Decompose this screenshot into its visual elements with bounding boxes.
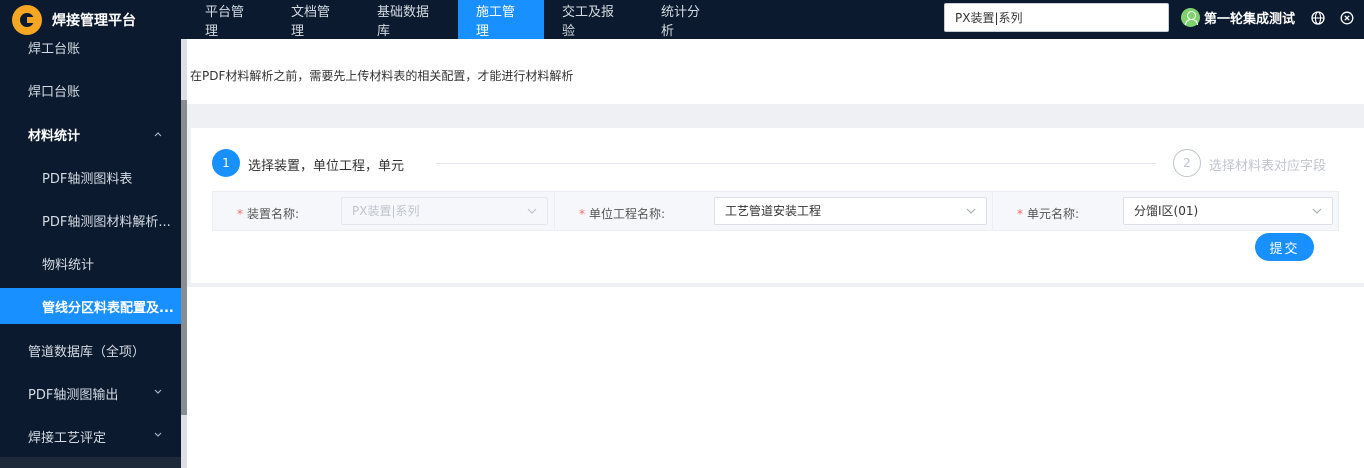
sidebar-item-label: 焊口台账 — [28, 84, 81, 100]
step-2-label: 选择材料表对应字段 — [1209, 159, 1327, 174]
selection-form: * 装置名称: PX装置|系列 * 单位工程名称: 工艺管道安装工程 * 单元名称: … — [212, 191, 1339, 231]
chevron-up-icon — [154, 132, 162, 137]
main-nav: 平台管理 文档管理 基础数据库 施工管理 交工及报验 统计分析 — [187, 0, 729, 39]
user-menu[interactable]: 第一轮集成测试 — [1181, 8, 1295, 27]
user-name: 第一轮集成测试 — [1204, 12, 1296, 27]
unit-project-select[interactable]: 工艺管道安装工程 — [714, 197, 987, 225]
nav-item-handover[interactable]: 交工及报验 — [544, 0, 643, 39]
unit-project-label: * 单位工程名称: — [579, 207, 666, 221]
sidebar-item-welder-ledger[interactable]: 焊工台账 — [0, 39, 181, 65]
sidebar-item-label: PDF轴测图输出 — [28, 387, 119, 403]
sidebar-item-label: 管道数据库（全项） — [28, 344, 146, 360]
main-content: 在PDF材料解析之前，需要先上传材料表的相关配置，才能进行材料解析 1 选择装置… — [187, 39, 1364, 468]
globe-icon[interactable] — [1311, 11, 1325, 25]
unit-select[interactable]: 分馏Ⅰ区(01) — [1123, 197, 1333, 225]
sidebar-item-label: 材料统计 — [28, 128, 81, 144]
sidebar-item-label: 管线分区料表配置及... — [42, 300, 174, 316]
card-bottom-edge — [187, 283, 1364, 287]
unit-field: * 单元名称: 分馏Ⅰ区(01) — [992, 192, 1338, 230]
chevron-down-icon — [527, 208, 537, 214]
top-navbar: 焊接管理平台 平台管理 文档管理 基础数据库 施工管理 交工及报验 统计分析 第… — [0, 0, 1364, 39]
submit-button[interactable]: 提交 — [1255, 233, 1314, 261]
card-edge — [187, 128, 191, 283]
chevron-down-icon — [154, 432, 162, 437]
sidebar-item-weld-ledger[interactable]: 焊口台账 — [0, 72, 181, 108]
device-field: * 装置名称: PX装置|系列 — [213, 192, 554, 230]
unit-project-select-value: 工艺管道安装工程 — [725, 204, 822, 218]
sidebar-item-label: PDF轴测图材料解析... — [42, 214, 171, 230]
sidebar: 焊工台账 焊口台账 材料统计 PDF轴测图料表 PDF轴测图材料解析... 物料… — [0, 39, 187, 468]
sidebar-item-pipeline-zone-config[interactable]: 管线分区料表配置及... — [0, 288, 181, 324]
app-title: 焊接管理平台 — [52, 12, 136, 29]
nav-item-statistics[interactable]: 统计分析 — [643, 0, 729, 39]
sidebar-item-pdf-iso-parse[interactable]: PDF轴测图材料解析... — [0, 202, 181, 238]
step-2-indicator: 2 — [1173, 149, 1201, 177]
logout-icon[interactable] — [1340, 11, 1354, 25]
chevron-down-icon — [966, 208, 976, 214]
sidebar-item-pdf-iso-sheet[interactable]: PDF轴测图料表 — [0, 159, 181, 195]
chevron-down-icon — [1312, 208, 1322, 214]
sidebar-item-pipe-database[interactable]: 管道数据库（全项） — [0, 332, 181, 368]
chevron-down-icon — [154, 389, 162, 394]
step-1-label: 选择装置，单位工程，单元 — [248, 159, 405, 174]
device-select[interactable]: PX装置|系列 — [341, 197, 548, 225]
nav-item-construction[interactable]: 施工管理 — [458, 0, 544, 39]
step-1-indicator: 1 — [212, 149, 240, 177]
sidebar-item-label: 物料统计 — [42, 257, 95, 273]
section-divider — [187, 104, 1364, 128]
sidebar-item-material-count[interactable]: 物料统计 — [0, 245, 181, 281]
unit-label: * 单元名称: — [1017, 207, 1080, 221]
project-search-input[interactable] — [944, 3, 1169, 32]
sidebar-item-label: PDF轴测图料表 — [42, 171, 133, 187]
brand[interactable]: 焊接管理平台 — [0, 0, 187, 39]
nav-item-base-database[interactable]: 基础数据库 — [359, 0, 458, 39]
sidebar-item-label: 焊接工艺评定 — [28, 430, 107, 446]
unit-project-field: * 单位工程名称: 工艺管道安装工程 — [554, 192, 992, 230]
notice-text: 在PDF材料解析之前，需要先上传材料表的相关配置，才能进行材料解析 — [190, 69, 574, 83]
user-avatar-icon — [1181, 8, 1200, 27]
sidebar-item-material-stats[interactable]: 材料统计 — [0, 116, 181, 152]
nav-item-documents[interactable]: 文档管理 — [273, 0, 359, 39]
device-select-value: PX装置|系列 — [352, 204, 420, 218]
sidebar-item-label: 焊工台账 — [28, 41, 81, 57]
unit-select-value: 分馏Ⅰ区(01) — [1134, 204, 1199, 218]
sidebar-item-pdf-iso-output[interactable]: PDF轴测图输出 — [0, 375, 181, 411]
app-logo-icon — [12, 4, 42, 35]
device-label: * 装置名称: — [237, 207, 300, 221]
sidebar-footer — [0, 457, 181, 468]
step-connector — [436, 163, 1156, 164]
sidebar-item-weld-procedure[interactable]: 焊接工艺评定 — [0, 418, 181, 454]
nav-item-platform[interactable]: 平台管理 — [187, 0, 273, 39]
